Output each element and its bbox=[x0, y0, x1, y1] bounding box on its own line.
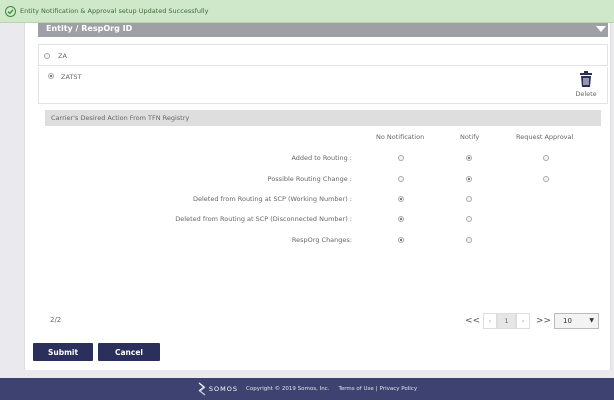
success-toast: Entity Notification & Approval setup Upd… bbox=[0, 0, 614, 23]
page-info: 2/2 bbox=[50, 316, 62, 324]
copyright-text: Copyright © 2019 Somos, Inc. bbox=[246, 386, 330, 392]
action-row-label: Deleted from Routing at SCP (Working Num… bbox=[193, 195, 352, 203]
entity-row-zatst[interactable]: ZATST Delete bbox=[38, 67, 608, 104]
current-page-button[interactable]: 1 bbox=[497, 313, 516, 329]
collapse-triangle-icon[interactable] bbox=[596, 26, 606, 32]
col-header-request-approval: Request Approval bbox=[516, 133, 574, 141]
footer-separator: | bbox=[375, 386, 378, 392]
radio-request-approval[interactable] bbox=[543, 176, 549, 182]
radio-no-notification[interactable] bbox=[398, 216, 404, 222]
col-header-notify: Notify bbox=[460, 133, 480, 141]
radio-notify[interactable] bbox=[466, 155, 472, 161]
delete-button[interactable]: Delete bbox=[571, 71, 601, 98]
entity-radio-zatst[interactable] bbox=[48, 73, 54, 79]
section-title: Carrier's Desired Action From TFN Regist… bbox=[51, 114, 190, 122]
chevron-down-icon: ▼ bbox=[589, 317, 594, 324]
submit-button[interactable]: Submit bbox=[33, 343, 93, 361]
somos-logo: SOMOS bbox=[197, 382, 238, 396]
cancel-button[interactable]: Cancel bbox=[98, 343, 160, 361]
radio-no-notification[interactable] bbox=[398, 176, 404, 182]
last-page-button[interactable]: >> bbox=[536, 313, 551, 329]
radio-notify[interactable] bbox=[466, 237, 472, 243]
radio-request-approval[interactable] bbox=[543, 155, 549, 161]
terms-of-use-link[interactable]: Terms of Use bbox=[338, 386, 373, 392]
entity-name-zatst: ZATST bbox=[61, 73, 82, 81]
current-page-label: 1 bbox=[504, 317, 509, 325]
action-row-label: Added to Routing : bbox=[291, 154, 352, 162]
page-size-value: 10 bbox=[563, 317, 572, 325]
col-header-no-notification: No Notification bbox=[376, 133, 425, 141]
prev-page-button[interactable]: ‹ bbox=[483, 313, 497, 329]
page-size-select[interactable]: 10 ▼ bbox=[554, 313, 599, 329]
next-page-button[interactable]: › bbox=[516, 313, 530, 329]
toast-message: Entity Notification & Approval setup Upd… bbox=[20, 7, 209, 15]
radio-no-notification[interactable] bbox=[398, 237, 404, 243]
trash-icon bbox=[580, 71, 592, 87]
radio-no-notification[interactable] bbox=[398, 155, 404, 161]
prev-page-label: ‹ bbox=[488, 317, 492, 325]
action-row-label: Deleted from Routing at SCP (Disconnecte… bbox=[175, 215, 352, 223]
footer: SOMOS Copyright © 2019 Somos, Inc. Terms… bbox=[0, 378, 614, 400]
next-page-label: › bbox=[521, 317, 525, 325]
somos-logo-icon bbox=[198, 382, 206, 396]
entity-table-title: Entity / RespOrg ID bbox=[46, 24, 133, 33]
radio-notify[interactable] bbox=[466, 216, 472, 222]
check-circle-icon bbox=[5, 5, 16, 17]
action-row-label: Possible Routing Change : bbox=[267, 175, 352, 183]
entity-name-za: ZA bbox=[58, 52, 67, 60]
entity-radio-za[interactable] bbox=[44, 53, 50, 59]
radio-notify[interactable] bbox=[466, 176, 472, 182]
radio-no-notification[interactable] bbox=[398, 196, 404, 202]
delete-label: Delete bbox=[575, 90, 597, 98]
entity-row-za[interactable]: ZA bbox=[38, 44, 608, 66]
brand-name: SOMOS bbox=[208, 385, 239, 393]
privacy-policy-link[interactable]: Privacy Policy bbox=[380, 386, 417, 392]
radio-notify[interactable] bbox=[466, 196, 472, 202]
first-page-button[interactable]: << bbox=[465, 313, 480, 329]
action-row-label: RespOrg Changes: bbox=[291, 236, 352, 244]
section-title-bar: Carrier's Desired Action From TFN Regist… bbox=[45, 110, 601, 126]
